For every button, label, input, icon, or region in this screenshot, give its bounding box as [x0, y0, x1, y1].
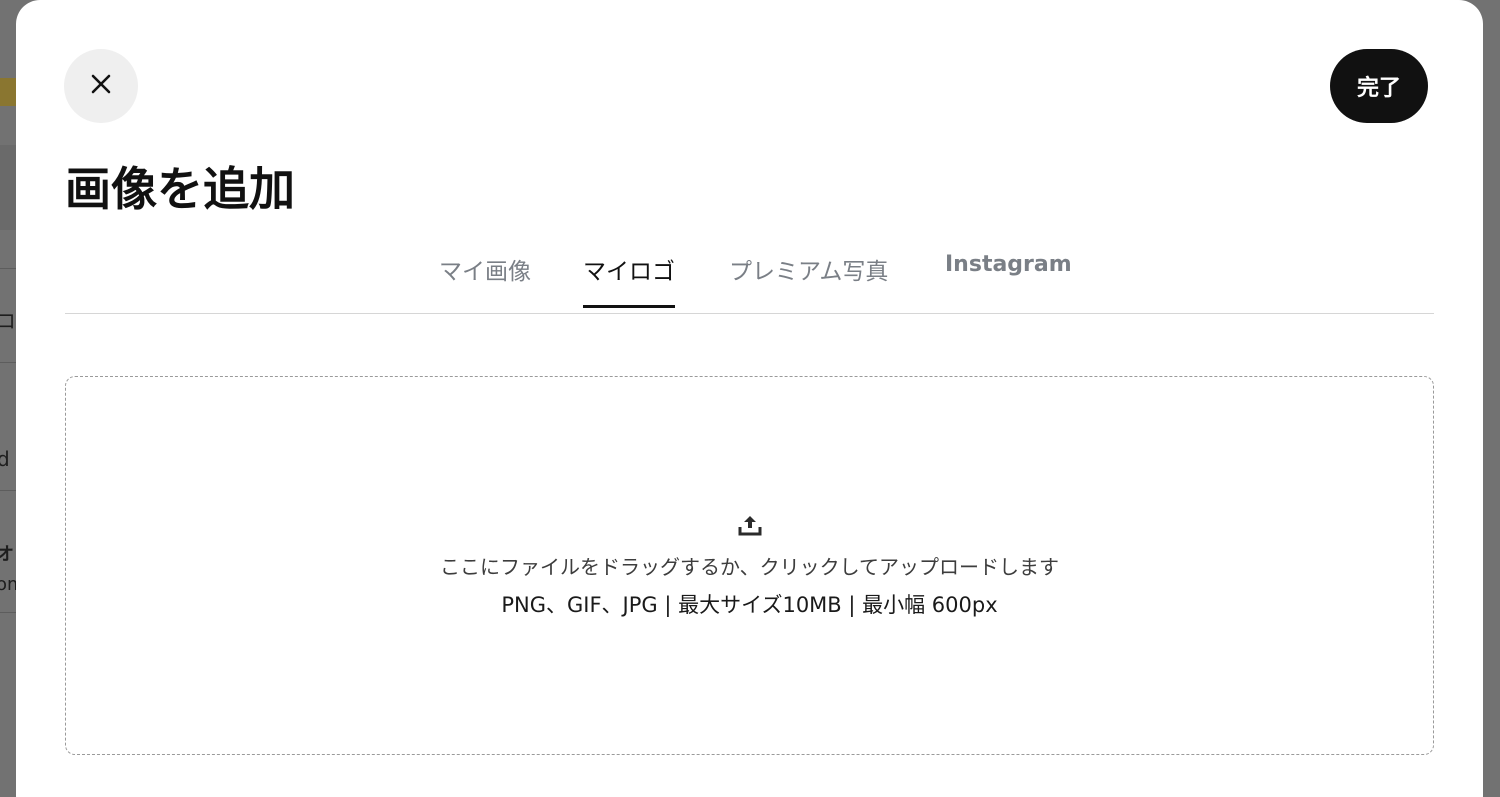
- tab-my-logos[interactable]: マイロゴ: [583, 252, 675, 308]
- tab-bar: マイ画像 マイロゴ プレミアム写真 Instagram: [65, 238, 1434, 314]
- close-icon: [90, 73, 112, 99]
- tab-my-images[interactable]: マイ画像: [439, 252, 531, 308]
- background-text: コ: [0, 309, 16, 333]
- modal-title: 画像を追加: [65, 162, 295, 216]
- close-button[interactable]: [64, 49, 138, 123]
- done-button[interactable]: 完了: [1330, 49, 1428, 123]
- upload-requirements: PNG、GIF、JPG | 最大サイズ10MB | 最小幅 600px: [501, 593, 998, 617]
- upload-dropzone[interactable]: ここにファイルをドラッグするか、クリックしてアップロードします PNG、GIF、…: [65, 376, 1434, 755]
- tab-premium-photos[interactable]: プレミアム写真: [729, 252, 888, 308]
- upload-icon: [737, 513, 763, 537]
- background-text: d: [0, 447, 10, 471]
- background-text: オ: [0, 544, 14, 565]
- add-image-modal: 完了 画像を追加 マイ画像 マイロゴ プレミアム写真 Instagram ここに…: [16, 0, 1483, 797]
- tab-instagram[interactable]: Instagram: [945, 252, 1072, 299]
- upload-instruction: ここにファイルをドラッグするか、クリックしてアップロードします: [440, 555, 1059, 579]
